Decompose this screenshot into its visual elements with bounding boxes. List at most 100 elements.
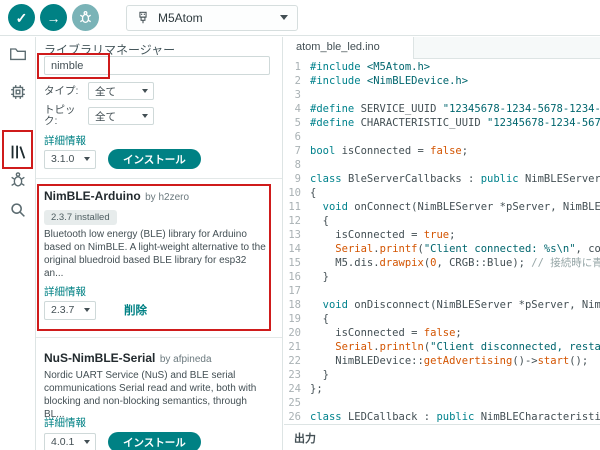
code-token: ; bbox=[455, 327, 462, 339]
code-token: onDisconnect(NimBLEServer *pServer, NimB bbox=[347, 299, 600, 311]
code-token: NimBLEDevice:: bbox=[310, 355, 424, 367]
code-text: #define CHARACTERISTIC_UUID "12345678-12… bbox=[310, 116, 600, 130]
code-token: ; bbox=[461, 145, 469, 157]
chevron-down-icon bbox=[84, 157, 90, 161]
code-line[interactable]: 17 bbox=[284, 284, 600, 298]
code-line[interactable]: 2 #include <NimBLEDevice.h> bbox=[284, 74, 600, 88]
sidebar-item-search[interactable] bbox=[6, 198, 30, 222]
code-line[interactable]: 24}; bbox=[284, 382, 600, 396]
library-description: Nordic UART Service (NuS) and BLE serial… bbox=[44, 370, 257, 420]
code-token: isConnected = bbox=[310, 327, 424, 339]
code-line[interactable]: 16 } bbox=[284, 270, 600, 284]
code-text: { bbox=[310, 312, 329, 326]
type-filter-select[interactable]: 全て bbox=[88, 82, 154, 100]
code-line[interactable]: 14 Serial.printf("Client connected: %s\n… bbox=[284, 242, 600, 256]
line-number: 25 bbox=[288, 397, 301, 409]
line-number: 24 bbox=[288, 383, 301, 395]
sidebar-item-library-manager[interactable] bbox=[6, 140, 30, 164]
code-line[interactable]: 1 #include <M5Atom.h> bbox=[284, 60, 600, 74]
code-text: } bbox=[310, 270, 329, 284]
install-button[interactable]: インストール bbox=[108, 149, 201, 169]
code-token: printf bbox=[379, 243, 418, 255]
upload-button[interactable]: → bbox=[40, 4, 67, 31]
debug-button[interactable] bbox=[72, 4, 99, 31]
code-token: "12345678-1234-5678-1234-5 bbox=[442, 103, 600, 115]
sidebar-item-boards-manager[interactable] bbox=[6, 80, 30, 104]
chevron-down-icon bbox=[84, 308, 90, 312]
code-line[interactable]: 18 void onDisconnect(NimBLEServer *pServ… bbox=[284, 298, 600, 312]
line-number: 14 bbox=[288, 243, 301, 255]
divider bbox=[36, 337, 282, 338]
code-line[interactable]: 20 isConnected = false; bbox=[284, 326, 600, 340]
line-number: 11 bbox=[288, 201, 301, 213]
code-line[interactable]: 9 class BleServerCallbacks : public NimBL… bbox=[284, 172, 600, 186]
topic-filter-select[interactable]: 全て bbox=[88, 107, 154, 125]
board-selector-dropdown[interactable]: M5Atom bbox=[126, 4, 298, 31]
code-line[interactable]: 12 { bbox=[284, 214, 600, 228]
line-number: 12 bbox=[288, 215, 301, 227]
code-token: , con bbox=[575, 243, 600, 255]
more-info-link[interactable]: 詳細情報 bbox=[44, 284, 86, 299]
code-line[interactable]: 25 bbox=[284, 396, 600, 410]
code-token: { bbox=[310, 215, 329, 227]
output-label: 出力 bbox=[294, 432, 316, 445]
code-line[interactable]: 19 { bbox=[284, 312, 600, 326]
version-select[interactable]: 3.1.0 bbox=[44, 149, 96, 169]
remove-button[interactable]: 削除 bbox=[120, 300, 151, 320]
search-icon bbox=[8, 200, 28, 220]
code-token: start bbox=[537, 355, 570, 367]
code-line[interactable]: 3 bbox=[284, 88, 600, 102]
code-line[interactable]: 4 #define SERVICE_UUID "12345678-1234-567… bbox=[284, 102, 600, 116]
usb-plug-icon bbox=[136, 11, 150, 25]
code-token: void bbox=[322, 201, 348, 213]
code-line[interactable]: 8 bbox=[284, 158, 600, 172]
code-line[interactable]: 11 void onConnect(NimBLEServer *pServer,… bbox=[284, 200, 600, 214]
version-select[interactable]: 4.0.1 bbox=[44, 432, 96, 450]
version-select[interactable]: 2.3.7 bbox=[44, 300, 96, 320]
code-line[interactable]: 21 Serial.println("Client disconnected, … bbox=[284, 340, 600, 354]
code-token: , CRGB::Blue); bbox=[436, 257, 532, 269]
line-number: 23 bbox=[288, 369, 301, 381]
library-search-input[interactable] bbox=[44, 56, 270, 75]
code-line[interactable]: 23 } bbox=[284, 368, 600, 382]
code-line[interactable]: 15 M5.dis.drawpix(0, CRGB::Blue); // 接続時… bbox=[284, 256, 600, 270]
code-token: LEDCallback : bbox=[347, 411, 437, 423]
tab-atom-ble-led[interactable]: atom_ble_led.ino bbox=[284, 37, 414, 59]
sidebar-item-sketchbook[interactable] bbox=[6, 42, 30, 66]
activity-bar bbox=[0, 37, 36, 450]
sidebar-item-debug[interactable] bbox=[6, 168, 30, 192]
code-line[interactable]: 7 bool isConnected = false; bbox=[284, 144, 600, 158]
type-filter-label: タイプ: bbox=[44, 84, 79, 97]
install-button[interactable]: インストール bbox=[108, 432, 201, 450]
code-token: <M5Atom.h> bbox=[366, 61, 431, 73]
topic-filter-label: トピック: bbox=[44, 104, 76, 127]
code-token: true bbox=[423, 229, 450, 241]
code-token: #include bbox=[310, 61, 367, 73]
code-token: { bbox=[310, 313, 329, 325]
line-number: 10 bbox=[288, 187, 301, 199]
line-number: 9 bbox=[294, 173, 301, 185]
code-line[interactable]: 10 { bbox=[284, 186, 600, 200]
code-token: }; bbox=[310, 383, 323, 395]
code-line[interactable]: 6 bbox=[284, 130, 600, 144]
more-info-link[interactable]: 詳細情報 bbox=[44, 133, 86, 148]
code-token: "Client connected: %s\n" bbox=[423, 243, 576, 255]
more-info-link[interactable]: 詳細情報 bbox=[44, 415, 86, 430]
code-line[interactable]: 13 isConnected = true; bbox=[284, 228, 600, 242]
code-text: Serial.println("Client disconnected, res… bbox=[310, 340, 600, 354]
line-number: 15 bbox=[288, 257, 301, 269]
code-token: "12345678-1234-5678 bbox=[487, 117, 600, 129]
code-token: } bbox=[310, 271, 329, 283]
code-token: (); bbox=[569, 355, 589, 367]
library-manager-panel: ライブラリマネージャー タイプ: 全て トピック: 全て 詳細情報 3.1.0 … bbox=[36, 37, 283, 450]
code-line[interactable]: 5 #define CHARACTERISTIC_UUID "12345678-1… bbox=[284, 116, 600, 130]
code-token: "Client disconnected, restar bbox=[430, 341, 600, 353]
verify-button[interactable]: ✓ bbox=[8, 4, 35, 31]
code-token: false bbox=[430, 145, 462, 157]
code-area[interactable]: 1 #include <M5Atom.h> 2 #include <NimBLEDev… bbox=[284, 60, 600, 424]
chevron-down-icon bbox=[84, 440, 90, 444]
code-line[interactable]: 26 class LEDCallback : public NimBLEChara… bbox=[284, 410, 600, 424]
code-line[interactable]: 22 NimBLEDevice::getAdvertising()->start… bbox=[284, 354, 600, 368]
